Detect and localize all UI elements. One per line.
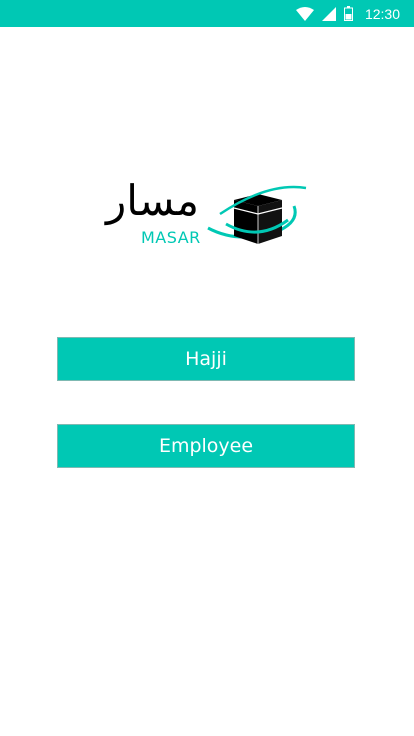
masar-logo: مسار MASAR [106,180,311,258]
status-bar: 12:30 [0,0,414,27]
hajji-button[interactable]: Hajji [57,337,355,381]
employee-button-label: Employee [158,435,254,457]
logo-arabic-text: مسار [106,176,200,225]
cell-signal-icon [321,6,336,21]
wifi-icon [295,6,314,21]
status-icons: 12:30 [295,0,400,27]
kaaba-icon [198,184,310,258]
login-role-screen: 12:30 مسار MASAR Hajji Employee [0,0,414,736]
employee-button[interactable]: Employee [57,424,355,468]
logo-latin-text: MASAR [141,228,201,247]
status-time: 12:30 [364,5,400,22]
hajji-button-label: Hajji [185,348,227,370]
battery-icon [343,6,353,21]
